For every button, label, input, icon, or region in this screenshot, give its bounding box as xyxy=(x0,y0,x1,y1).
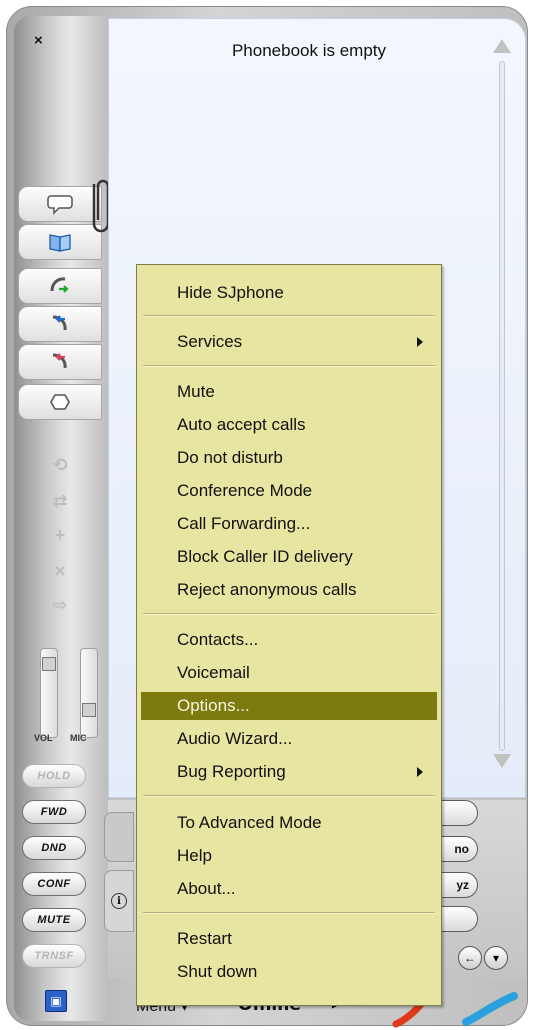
app-logo-icon[interactable]: ▣ xyxy=(45,990,67,1012)
menu-item-shutdown[interactable]: Shut down xyxy=(141,958,437,986)
menu-item-help[interactable]: Help xyxy=(141,842,437,870)
speech-bubble-icon xyxy=(47,195,73,215)
menu-item-audio-wizard[interactable]: Audio Wizard... xyxy=(141,725,437,753)
menu-item-hide[interactable]: Hide SJphone xyxy=(141,279,437,307)
menu-item-block-caller-id[interactable]: Block Caller ID delivery xyxy=(141,543,437,571)
keypad-tab[interactable] xyxy=(104,812,134,862)
menu-item-services[interactable]: Services xyxy=(141,328,437,356)
phonebook-empty-text: Phonebook is empty xyxy=(231,41,387,60)
menu-item-contacts[interactable]: Contacts... xyxy=(141,626,437,654)
info-icon: i xyxy=(111,893,127,909)
tab-settings[interactable] xyxy=(18,384,102,420)
transfer-button[interactable]: TRNSF xyxy=(22,944,86,968)
control-strip xyxy=(14,16,108,1021)
tab-incoming-calls[interactable] xyxy=(18,306,102,342)
menu-item-about[interactable]: About... xyxy=(141,875,437,903)
info-tab[interactable]: i xyxy=(104,870,134,932)
menu-separator xyxy=(143,912,435,914)
arrow-buttons: ← ▾ xyxy=(458,946,508,970)
volume-slider-thumb[interactable] xyxy=(42,657,56,671)
submenu-arrow-icon xyxy=(417,767,423,777)
menu-item-label: Services xyxy=(177,332,243,351)
fwd-button[interactable]: FWD xyxy=(22,800,86,824)
phone-incoming-icon xyxy=(52,315,67,331)
close-button[interactable]: × xyxy=(34,32,43,49)
scroll-down-icon[interactable] xyxy=(493,754,511,768)
call-icon[interactable] xyxy=(460,988,522,1028)
phone-outgoing-icon xyxy=(50,277,69,293)
menu-item-reject-anonymous[interactable]: Reject anonymous calls xyxy=(141,576,437,604)
menu-separator xyxy=(143,795,435,797)
transfer-icon: ⇄ xyxy=(52,490,68,511)
phone-missed-icon xyxy=(52,353,67,369)
menu-item-do-not-disturb[interactable]: Do not disturb xyxy=(141,444,437,472)
menu-item-advanced-mode[interactable]: To Advanced Mode xyxy=(141,809,437,837)
tab-missed-calls[interactable] xyxy=(18,344,102,380)
menu-item-conference[interactable]: Conference Mode xyxy=(141,477,437,505)
book-icon xyxy=(49,234,71,252)
scroll-up-icon[interactable] xyxy=(493,39,511,53)
submenu-arrow-icon xyxy=(417,337,423,347)
menu-item-options[interactable]: Options... xyxy=(141,692,437,720)
menu-separator xyxy=(143,315,435,317)
mic-label: MIC xyxy=(70,733,87,743)
gear-icon xyxy=(50,394,70,410)
conf-button[interactable]: CONF xyxy=(22,872,86,896)
dnd-button[interactable]: DND xyxy=(22,836,86,860)
menu-item-voicemail[interactable]: Voicemail xyxy=(141,659,437,687)
forward-call-icon: ⇨ xyxy=(52,594,68,615)
cancel-icon: × xyxy=(54,560,66,581)
mic-slider-thumb[interactable] xyxy=(82,703,96,717)
volume-label: VOL xyxy=(34,733,53,743)
menu-item-bug-reporting[interactable]: Bug Reporting xyxy=(141,758,437,786)
menu-item-call-forwarding[interactable]: Call Forwarding... xyxy=(141,510,437,538)
mic-slider[interactable] xyxy=(80,648,98,738)
menu-item-label: Bug Reporting xyxy=(177,762,286,781)
mute-button[interactable]: MUTE xyxy=(22,908,86,932)
down-arrow-button[interactable]: ▾ xyxy=(484,946,508,970)
menu-separator xyxy=(143,365,435,367)
hold-button[interactable]: HOLD xyxy=(22,764,86,788)
volume-slider[interactable] xyxy=(40,648,58,738)
back-arrow-button[interactable]: ← xyxy=(458,946,482,970)
menu-separator xyxy=(143,613,435,615)
tab-outgoing-calls[interactable] xyxy=(18,268,102,304)
add-icon: + xyxy=(54,524,66,545)
menu-item-restart[interactable]: Restart xyxy=(141,925,437,953)
redial-icon: ⟲ xyxy=(52,454,68,475)
phonebook-scrollbar[interactable] xyxy=(499,61,505,751)
context-menu: Hide SJphone Services Mute Auto accept c… xyxy=(136,264,442,1006)
menu-item-mute[interactable]: Mute xyxy=(141,378,437,406)
menu-item-auto-accept[interactable]: Auto accept calls xyxy=(141,411,437,439)
